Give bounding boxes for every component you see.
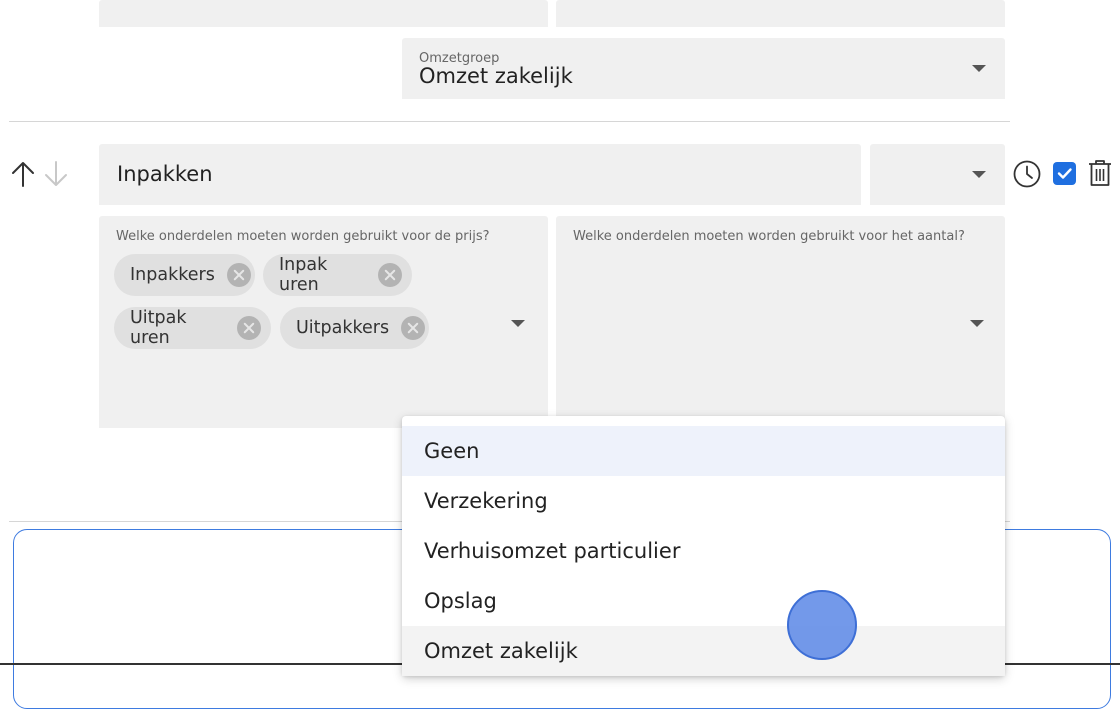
option-opslag[interactable]: Opslag	[402, 576, 1005, 626]
previous-field-right[interactable]	[556, 0, 1005, 27]
remove-chip-icon[interactable]	[378, 263, 402, 287]
remove-chip-icon[interactable]	[401, 316, 426, 340]
trash-icon[interactable]	[1087, 158, 1113, 188]
option-verhuisomzet-particulier[interactable]: Verhuisomzet particulier	[402, 526, 1005, 576]
chip-uitpak-uren[interactable]: Uitpak uren	[114, 307, 271, 349]
option-verzekering[interactable]: Verzekering	[402, 476, 1005, 526]
chevron-down-icon[interactable]	[972, 65, 986, 72]
chip-label: Uitpakkers	[296, 318, 390, 338]
chevron-down-icon[interactable]	[511, 320, 525, 327]
arrow-down-icon[interactable]	[44, 160, 68, 188]
section-divider	[9, 121, 1010, 122]
remove-chip-icon[interactable]	[237, 316, 261, 340]
omzetgroep-select[interactable]: Omzetgroep Omzet zakelijk	[402, 38, 1005, 99]
option-label: Verzekering	[424, 489, 548, 513]
remove-chip-icon[interactable]	[226, 263, 251, 287]
item-name-value: Inpakken	[117, 162, 213, 186]
item-name-field[interactable]: Inpakken	[99, 144, 861, 205]
chevron-down-icon[interactable]	[970, 320, 984, 327]
chip-label: Uitpak uren	[130, 308, 187, 348]
option-label: Opslag	[424, 589, 497, 613]
quantity-parts-select[interactable]: Welke onderdelen moeten worden gebruikt …	[556, 216, 1005, 428]
quantity-parts-label: Welke onderdelen moeten worden gebruikt …	[573, 229, 965, 244]
option-omzet-zakelijk[interactable]: Omzet zakelijk	[402, 626, 1005, 676]
chip-uitpakkers[interactable]: Uitpakkers	[280, 307, 429, 349]
arrow-up-icon[interactable]	[11, 160, 35, 188]
price-parts-label: Welke onderdelen moeten worden gebruikt …	[116, 229, 490, 244]
chip-label: Inpakkers	[130, 265, 215, 285]
enabled-checkbox[interactable]	[1053, 162, 1076, 185]
clock-icon[interactable]	[1012, 159, 1042, 189]
previous-field-left[interactable]	[99, 0, 548, 27]
option-label: Omzet zakelijk	[424, 639, 578, 663]
chip-label: Inpak uren	[279, 255, 328, 295]
option-label: Verhuisomzet particulier	[424, 539, 681, 563]
option-geen[interactable]: Geen	[402, 426, 1005, 476]
omzetgroep-dropdown-menu: Geen Verzekering Verhuisomzet particulie…	[402, 416, 1005, 676]
option-label: Geen	[424, 439, 480, 463]
check-icon	[1057, 168, 1072, 179]
omzetgroep-value: Omzet zakelijk	[419, 64, 573, 88]
price-parts-select[interactable]: Welke onderdelen moeten worden gebruikt …	[99, 216, 548, 428]
touch-indicator	[787, 590, 857, 660]
chip-inpakkers[interactable]: Inpakkers	[114, 254, 255, 296]
item-type-select[interactable]	[870, 144, 1005, 205]
chip-inpak-uren[interactable]: Inpak uren	[263, 254, 412, 296]
chevron-down-icon[interactable]	[972, 171, 986, 178]
